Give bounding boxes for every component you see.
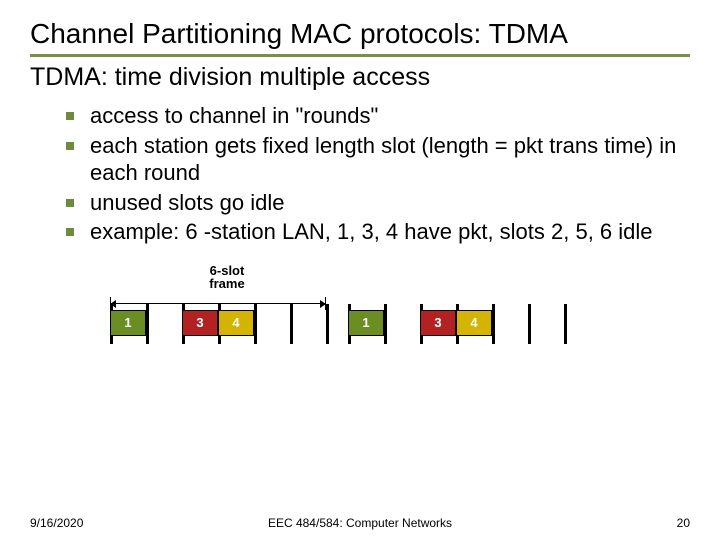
slot-4: 4 bbox=[456, 310, 492, 336]
slot-tick bbox=[492, 304, 495, 344]
slot-1: 1 bbox=[348, 310, 384, 336]
tdma-diagram: 6-slot frame 134134 bbox=[30, 264, 690, 354]
slot-tick bbox=[254, 304, 257, 344]
slot-tick bbox=[146, 304, 149, 344]
bullet-item: example: 6 -station LAN, 1, 3, 4 have pk… bbox=[66, 218, 690, 246]
slot-tick bbox=[564, 304, 567, 344]
slot-tick bbox=[326, 304, 329, 344]
frame-label: 6-slot frame bbox=[202, 264, 252, 291]
slide-footer: 9/16/2020 EEC 484/584: Computer Networks… bbox=[30, 516, 690, 530]
slide-title: Channel Partitioning MAC protocols: TDMA bbox=[30, 18, 690, 57]
frame-label-line2: frame bbox=[209, 276, 244, 291]
slot-4: 4 bbox=[218, 310, 254, 336]
slot-tick bbox=[290, 304, 293, 344]
bullet-item: each station gets fixed length slot (len… bbox=[66, 132, 690, 187]
slot-tick bbox=[384, 304, 387, 344]
footer-course: EEC 484/584: Computer Networks bbox=[30, 516, 690, 530]
slot-1: 1 bbox=[110, 310, 146, 336]
bullet-list: access to channel in "rounds" each stati… bbox=[30, 102, 690, 246]
slot-3: 3 bbox=[420, 310, 456, 336]
bullet-item: access to channel in "rounds" bbox=[66, 102, 690, 130]
slot-tick bbox=[528, 304, 531, 344]
bullet-item: unused slots go idle bbox=[66, 189, 690, 217]
slot-3: 3 bbox=[182, 310, 218, 336]
slide-subtitle: TDMA: time division multiple access bbox=[30, 63, 690, 92]
